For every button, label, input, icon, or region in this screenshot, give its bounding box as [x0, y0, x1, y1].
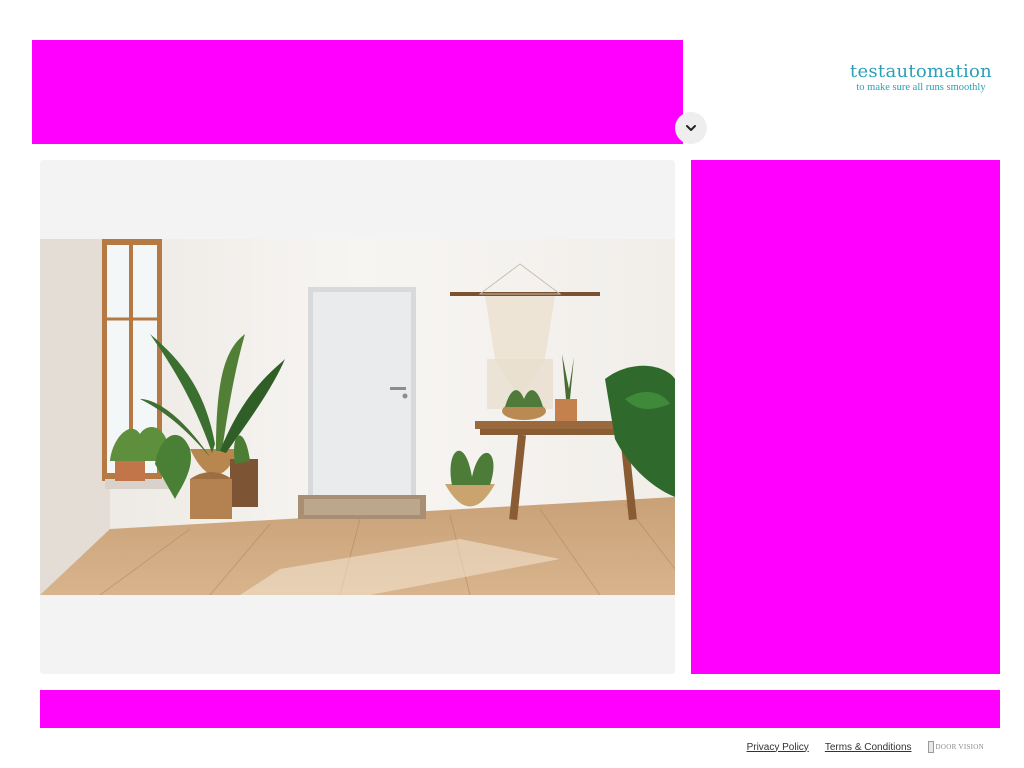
page: testautomation to make sure all runs smo… — [0, 0, 1024, 768]
brand-tagline: to make sure all runs smoothly — [856, 82, 986, 93]
brand-name: testautomation — [849, 61, 993, 82]
configurator-sidebar-placeholder — [691, 160, 1000, 674]
room-preview-image — [40, 239, 675, 595]
door-icon — [927, 741, 934, 753]
footer: Privacy Policy Terms & Conditions DOOR V… — [747, 741, 984, 753]
header-banner-placeholder — [32, 40, 683, 144]
chevron-down-icon — [686, 125, 696, 131]
brand-logo[interactable]: testautomation to make sure all runs smo… — [842, 62, 1000, 94]
door-preview-panel — [40, 160, 675, 674]
dropdown-toggle-button[interactable] — [675, 112, 707, 144]
terms-conditions-link[interactable]: Terms & Conditions — [825, 742, 912, 753]
bottom-bar-placeholder — [40, 690, 1000, 728]
door-vision-logo-text: DOOR VISION — [935, 743, 984, 751]
door-vision-logo[interactable]: DOOR VISION — [927, 741, 984, 753]
privacy-policy-link[interactable]: Privacy Policy — [747, 742, 809, 753]
